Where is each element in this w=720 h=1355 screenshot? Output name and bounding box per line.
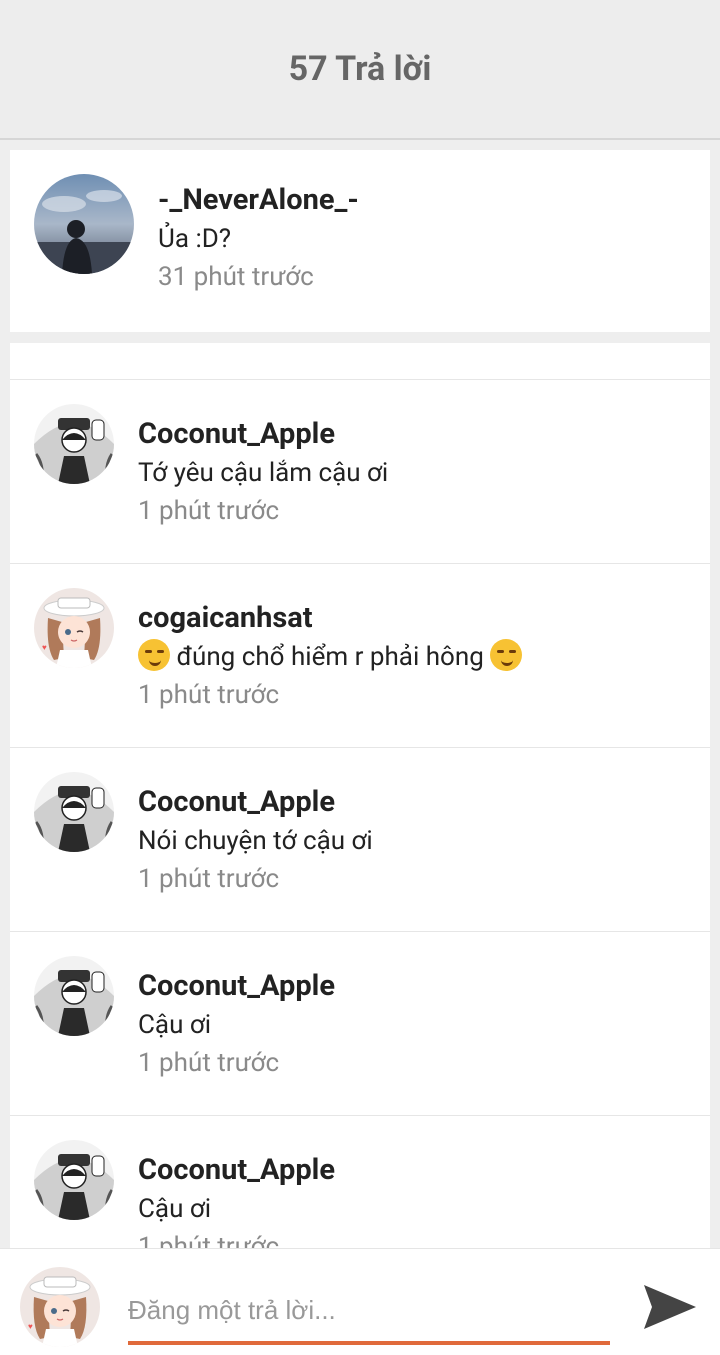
timestamp: 1 phút trước bbox=[138, 680, 280, 710]
username[interactable]: cogaicanhsat bbox=[138, 598, 522, 638]
list-item[interactable]: ♥ cogaicanhsat đúng chổ hiểm r phải hông… bbox=[10, 564, 710, 748]
message-text: đúng chổ hiểm r phải hông bbox=[138, 638, 523, 676]
list-item[interactable]: Coconut_Apple Nói chuyện tớ cậu ơi 1 phú… bbox=[10, 748, 710, 932]
timestamp: 1 phút trước bbox=[138, 1048, 280, 1078]
list-item[interactable]: Coconut_Apple Cậu ơi 1 phút trước bbox=[10, 1116, 710, 1253]
username[interactable]: Coconut_Apple bbox=[138, 966, 335, 1006]
username[interactable]: Coconut_Apple bbox=[138, 1150, 335, 1190]
avatar[interactable] bbox=[34, 772, 114, 852]
avatar[interactable] bbox=[34, 404, 114, 484]
reply-input[interactable] bbox=[128, 1279, 610, 1345]
message-text: Nói chuyện tớ cậu ơi bbox=[138, 826, 373, 856]
timestamp: 1 phút trước bbox=[138, 496, 280, 526]
message-text: Ủa :D? bbox=[158, 224, 232, 254]
send-icon[interactable] bbox=[640, 1277, 700, 1337]
list-header-spacer bbox=[10, 343, 710, 380]
avatar[interactable]: ♥ bbox=[34, 588, 114, 668]
message-text: Tớ yêu cậu lắm cậu ơi bbox=[138, 458, 389, 488]
timestamp: 31 phút trước bbox=[158, 262, 314, 292]
username[interactable]: -_NeverAlone_- bbox=[158, 180, 359, 220]
replies-list: Coconut_Apple Tớ yêu cậu lắm cậu ơi 1 ph… bbox=[10, 343, 710, 1253]
list-item[interactable]: Coconut_Apple Tớ yêu cậu lắm cậu ơi 1 ph… bbox=[10, 380, 710, 564]
top-bar: 57 Trả lời bbox=[0, 0, 720, 140]
svg-text:♥: ♥ bbox=[28, 1322, 33, 1331]
username[interactable]: Coconut_Apple bbox=[138, 782, 373, 822]
avatar[interactable] bbox=[34, 956, 114, 1036]
message-text: Cậu ơi bbox=[138, 1194, 212, 1224]
smirk-emoji-icon bbox=[138, 639, 170, 671]
message-body: đúng chổ hiểm r phải hông bbox=[176, 642, 484, 672]
avatar[interactable] bbox=[34, 1140, 114, 1220]
reply-composer: ♥ bbox=[0, 1248, 720, 1355]
timestamp: 1 phút trước bbox=[138, 864, 280, 894]
avatar[interactable]: ♥ bbox=[20, 1267, 100, 1347]
avatar[interactable] bbox=[34, 174, 134, 274]
message-text: Cậu ơi bbox=[138, 1010, 212, 1040]
svg-text:♥: ♥ bbox=[42, 643, 47, 652]
list-item[interactable]: Coconut_Apple Cậu ơi 1 phút trước bbox=[10, 932, 710, 1116]
page-title: 57 Trả lời bbox=[288, 49, 432, 89]
smirk-emoji-icon bbox=[490, 639, 523, 671]
username[interactable]: Coconut_Apple bbox=[138, 414, 388, 454]
original-post: -_NeverAlone_- Ủa :D? 31 phút trước bbox=[10, 150, 710, 332]
